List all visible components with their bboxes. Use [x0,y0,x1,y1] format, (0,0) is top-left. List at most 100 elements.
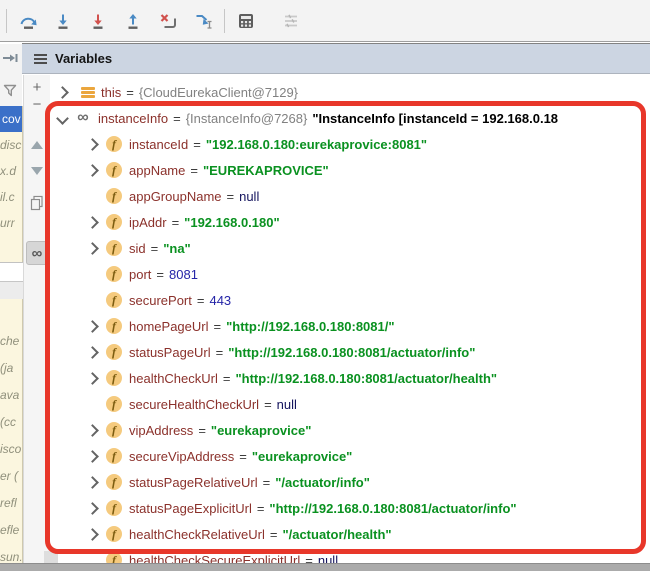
chevron-right-icon[interactable] [85,215,99,229]
chevron-right-icon[interactable] [85,241,99,255]
variable-row[interactable]: f appName = "EUREKAPROVICE" [50,157,650,183]
variable-row[interactable]: f healthCheckRelativeUrl = "/actuator/healt… [50,521,650,547]
panel-title: Variables [55,51,113,66]
variable-value: "/actuator/health" [282,526,392,542]
stack-frame-fragment[interactable]: (ja [0,355,22,382]
variable-name: secureHealthCheckUrl [129,396,260,412]
variable-name: statusPageExplicitUrl [129,500,252,516]
scrollbar-stub[interactable] [44,551,58,563]
duplicate-icon [30,195,43,211]
field-icon: f [106,266,122,282]
step-over-button[interactable] [14,7,42,35]
field-icon: f [106,214,122,230]
chevron-right-icon[interactable] [85,423,99,437]
filter-button[interactable] [2,82,20,100]
frames-fragments-bottom: che (ja ava (cc isco er (refl efle sun. [0,328,22,571]
field-icon: f [106,396,122,412]
variable-value: null [239,188,260,204]
show-execution-point-button[interactable] [2,50,20,68]
variable-row[interactable]: f port = 8081 [50,261,650,287]
variable-row[interactable]: f ipAddr = "192.168.0.180" [50,209,650,235]
stack-frame-fragment[interactable]: che [0,328,22,355]
chevron-right-icon[interactable] [85,137,99,151]
variable-value: "EUREKAPROVICE" [202,162,329,178]
step-out-button[interactable] [119,7,147,35]
chevron-right-icon[interactable] [85,371,99,385]
field-icon: f [106,526,122,542]
selected-stack-frame[interactable]: cov [0,106,22,132]
chevron-right-icon[interactable] [85,449,99,463]
stack-frame-fragment[interactable]: ava [0,382,22,409]
variable-row[interactable]: f healthCheckSecureExplicitUrl = null [50,547,650,563]
drop-frame-button[interactable] [154,7,182,35]
variable-name: secureVipAddress [129,448,235,464]
instance-info-watch-row[interactable]: ∞ instanceInfo = {InstanceInfo@7268} "In… [50,105,650,131]
variable-value: "na" [163,240,191,256]
variable-row[interactable]: f healthCheckUrl = "http://192.168.0.180:80… [50,365,650,391]
show-watches-toggle-button[interactable]: ∞ [26,241,48,265]
step-over-icon [20,17,37,29]
chevron-right-icon[interactable] [85,527,99,541]
run-to-cursor-button[interactable] [189,7,217,35]
stack-frame-fragment[interactable]: (cc [0,409,22,436]
stack-frame-fragment[interactable]: refl [0,490,22,517]
variable-name: vipAddress [129,422,194,438]
variable-name: sid [129,240,146,256]
chevron-right-icon[interactable] [85,163,99,177]
chevron-right-icon[interactable] [85,319,99,333]
show-execution-point-icon [3,54,18,62]
stack-frame-fragment[interactable]: il.c [0,184,22,210]
chevron-right-icon[interactable] [85,501,99,515]
force-step-into-icon [93,14,103,29]
variables-panel-header: Variables [22,43,650,74]
stack-frame-fragment[interactable]: isco [0,436,22,463]
variable-row[interactable]: f statusPageUrl = "http://192.168.0.180:808… [50,339,650,365]
drop-frame-icon [160,13,176,28]
variable-value: 443 [209,292,232,308]
field-icon: f [106,136,122,152]
equals-sign: = [264,396,272,412]
equals-sign: = [150,240,159,256]
equals-sign: = [156,266,164,282]
variable-row[interactable]: f instanceId = "192.168.0.180:eurekaprovice… [50,131,650,157]
stack-frame-fragment[interactable]: er ( [0,463,22,490]
stack-frame-fragment[interactable]: efle [0,517,22,544]
chevron-right-icon[interactable] [85,345,99,359]
stack-frame-fragment[interactable]: x.d [0,158,22,184]
field-icon: f [106,448,122,464]
move-watch-down-button[interactable] [26,161,48,181]
equals-sign: = [190,162,198,178]
variable-row[interactable]: f sid = "na" [50,235,650,261]
variable-name: this [101,84,122,100]
variable-value: "eurekaprovice" [251,448,353,464]
variable-row[interactable]: f statusPageRelativeUrl = "/actuator/info" [50,469,650,495]
this-variable-row[interactable]: this = {CloudEurekaClient@7129} [50,79,650,105]
evaluate-expression-button[interactable] [232,7,260,35]
move-watch-up-button[interactable] [26,135,48,155]
variable-row[interactable]: f statusPageExplicitUrl = "http://192.168.0… [50,495,650,521]
field-rows: f instanceId = "192.168.0.180:eurekaprovice… [50,131,650,563]
variable-row[interactable]: f homePageUrl = "http://192.168.0.180:8081/… [50,313,650,339]
step-into-button[interactable] [49,7,77,35]
variable-row[interactable]: f secureVipAddress = "eurekaprovice" [50,443,650,469]
variable-row[interactable]: f vipAddress = "eurekaprovice" [50,417,650,443]
duplicate-watch-button[interactable] [26,193,48,213]
remove-watch-button[interactable]: − [26,94,48,114]
variable-row[interactable]: f securePort = 443 [50,287,650,313]
stack-frame-fragment[interactable]: urr [0,210,22,236]
filter-funnel-icon [3,84,17,97]
frames-fragments-top: disc x.d il.c urr [0,132,22,236]
object-reference: {CloudEurekaClient@7129} [138,84,299,100]
force-step-into-button[interactable] [84,7,112,35]
step-out-icon [128,13,138,29]
variable-row[interactable]: f appGroupName = null [50,183,650,209]
variable-row[interactable]: f secureHealthCheckUrl = null [50,391,650,417]
stack-frame-fragment[interactable]: disc [0,132,22,158]
panel-menu-icon[interactable] [34,53,47,64]
equals-sign: = [215,344,224,360]
chevron-down-icon[interactable] [55,111,69,125]
variable-value: "http://192.168.0.180:8081/actuator/info… [269,500,517,516]
chevron-right-icon[interactable] [85,475,99,489]
variable-name: securePort [129,292,192,308]
chevron-right-icon[interactable] [55,85,69,99]
